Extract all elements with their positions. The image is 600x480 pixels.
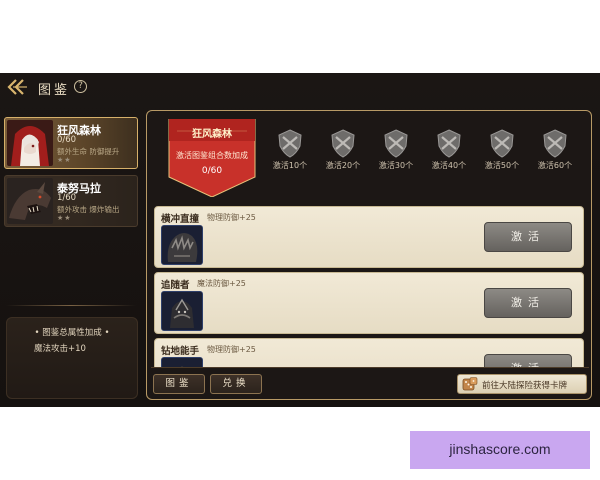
list-item: 钻地能手 物理防御+25 激活 — [154, 338, 584, 367]
monster-portrait-icon[interactable] — [161, 291, 203, 331]
milestone-label: 激活30个 — [378, 161, 414, 170]
milestone-row: 激活10个 激活20个 激活30个 激活40个 激活50个 激活60个 — [265, 127, 585, 177]
help-icon[interactable]: ? — [74, 80, 87, 93]
activate-button[interactable]: 激活 — [484, 288, 572, 318]
dice-icon — [462, 377, 478, 392]
entry-stat: 物理防御+25 — [207, 345, 256, 354]
total-bonus-panel: • 图鉴总属性加成 • 魔法攻击+10 — [6, 317, 138, 399]
shield-icon — [437, 129, 461, 158]
entry-stat: 物理防御+25 — [207, 213, 256, 222]
entry-stat: 魔法防御+25 — [197, 279, 246, 288]
card-progress: 0/60 — [57, 135, 77, 145]
watermark-badge: jinshascore.com — [410, 431, 590, 469]
banner-title: 狂风森林 — [192, 129, 232, 140]
beast-portrait-icon[interactable] — [161, 225, 203, 265]
milestone-label: 激活50个 — [484, 161, 520, 170]
activate-button[interactable]: 激活 — [484, 354, 572, 367]
milestone-label: 激活10个 — [272, 161, 308, 170]
milestone-label: 激活40个 — [431, 161, 467, 170]
bottom-divider — [151, 367, 589, 368]
left-divider — [6, 305, 136, 306]
card-progress: 1/60 — [57, 193, 77, 203]
exchange-tab-button[interactable]: 兑换 — [210, 374, 262, 394]
codex-tab-button[interactable]: 图鉴 — [153, 374, 205, 394]
milestone-50[interactable]: 激活50个 — [477, 127, 527, 177]
bonus-title: • 图鉴总属性加成 • — [34, 328, 110, 338]
bonus-item: 魔法攻击+10 — [34, 344, 86, 354]
list-item: 横冲直撞 物理防御+25 激活 — [154, 206, 584, 268]
shield-icon — [490, 129, 514, 158]
driller-portrait-icon[interactable] — [161, 357, 203, 367]
watermark-text: jinshascore.com — [449, 441, 551, 457]
shield-icon — [331, 129, 355, 158]
codex-card[interactable]: 泰努马拉 1/60 额外攻击 爆炸输出 ★★ — [4, 175, 138, 227]
shield-icon — [543, 129, 567, 158]
milestone-label: 激活60个 — [537, 161, 573, 170]
shield-icon — [278, 129, 302, 158]
banner-subtitle: 激活图鉴组合数加成 — [176, 151, 248, 160]
shield-icon — [384, 129, 408, 158]
entry-list[interactable]: 横冲直撞 物理防御+25 激活 追随者 魔法防御+25 激活 钻地能手 物理防御… — [147, 206, 593, 367]
entry-title: 横冲直撞 — [161, 214, 200, 225]
entry-title: 追随者 — [161, 280, 190, 291]
explore-label: 前往大陆探险获得卡牌 — [482, 381, 568, 391]
explore-button[interactable]: 前往大陆探险获得卡牌 — [457, 374, 587, 394]
red-hood-portrait-icon — [7, 120, 53, 166]
top-bar: 图鉴 ? — [0, 73, 600, 103]
milestone-40[interactable]: 激活40个 — [424, 127, 474, 177]
entry-title: 钻地能手 — [161, 346, 200, 357]
region-banner: 狂风森林 激活图鉴组合数加成 0/60 — [167, 119, 257, 197]
card-stars: ★★ — [57, 156, 72, 164]
dragon-portrait-icon — [7, 178, 53, 224]
milestone-30[interactable]: 激活30个 — [371, 127, 421, 177]
milestone-label: 激活20个 — [325, 161, 361, 170]
banner-count: 0/60 — [201, 166, 223, 176]
codex-main-panel: 狂风森林 激活图鉴组合数加成 0/60 激活10个 激活20个 激活30个 激活… — [146, 110, 592, 400]
codex-card-selected[interactable]: 狂风森林 0/60 额外生命 防御提升 ★★ — [4, 117, 138, 169]
list-item: 追随者 魔法防御+25 激活 — [154, 272, 584, 334]
activate-button[interactable]: 激活 — [484, 222, 572, 252]
milestone-60[interactable]: 激活60个 — [530, 127, 580, 177]
card-stars: ★★ — [57, 214, 72, 222]
double-chevron-left-icon[interactable] — [6, 78, 28, 96]
page-title: 图鉴 — [38, 83, 71, 98]
milestone-10[interactable]: 激活10个 — [265, 127, 315, 177]
milestone-20[interactable]: 激活20个 — [318, 127, 368, 177]
game-screen: 图鉴 ? 狂风森林 0/60 额外生命 防御提升 ★★ 泰努马拉 1/60 额外… — [0, 73, 600, 407]
